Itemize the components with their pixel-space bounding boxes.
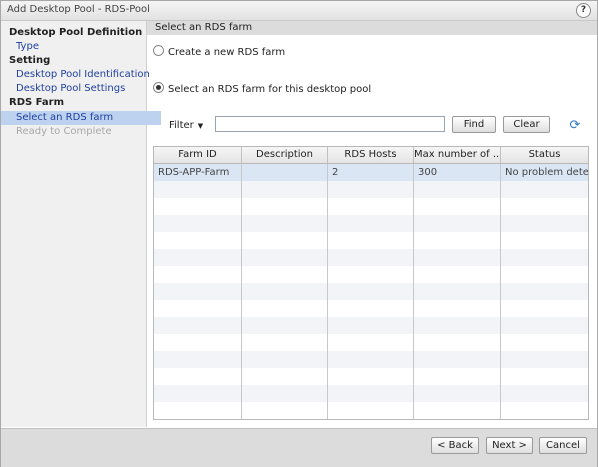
select-farm-label: Select an RDS farm for this desktop pool <box>168 84 372 95</box>
cell-max-number: 300 <box>414 164 501 181</box>
table-header: Farm ID Description RDS Hosts Max number… <box>154 147 588 164</box>
empty-table-row <box>154 215 588 232</box>
wizard-footer: < Back Next > Cancel <box>1 428 597 467</box>
find-button[interactable]: Find <box>452 116 496 133</box>
create-farm-option[interactable]: Create a new RDS farm <box>153 45 285 59</box>
empty-table-row <box>154 334 588 351</box>
empty-table-row <box>154 181 588 198</box>
column-max-number[interactable]: Max number of ... <box>414 147 501 163</box>
column-divider <box>241 164 242 419</box>
sidebar-item-identification[interactable]: Desktop Pool Identification <box>1 68 161 82</box>
panel-header: Select an RDS farm <box>147 21 597 35</box>
table-body: RDS-APP-Farm 2 300 No problem detect <box>154 164 588 419</box>
sidebar-item-ready-to-complete: Ready to Complete <box>16 126 112 137</box>
cell-description <box>242 164 328 181</box>
column-rds-hosts[interactable]: RDS Hosts <box>328 147 414 163</box>
column-divider <box>500 164 501 419</box>
sidebar-item-pool-settings[interactable]: Desktop Pool Settings <box>1 82 161 96</box>
cell-farm-id: RDS-APP-Farm <box>154 164 242 181</box>
chevron-down-icon: ▼ <box>197 122 204 130</box>
rds-farm-table: Farm ID Description RDS Hosts Max number… <box>153 146 589 420</box>
clear-button[interactable]: Clear <box>503 116 550 133</box>
cell-rds-hosts: 2 <box>328 164 414 181</box>
sidebar-section-rds-farm: RDS Farm <box>9 97 65 108</box>
empty-table-row <box>154 198 588 215</box>
filter-dropdown[interactable]: Filter ▼ <box>169 119 203 133</box>
filter-label: Filter <box>169 120 194 131</box>
empty-table-row <box>154 232 588 249</box>
add-desktop-pool-dialog: Add Desktop Pool - RDS-Pool ? Desktop Po… <box>0 0 598 467</box>
sidebar-section-definition: Desktop Pool Definition <box>9 27 143 38</box>
column-divider <box>413 164 414 419</box>
empty-table-row <box>154 300 588 317</box>
empty-table-row <box>154 266 588 283</box>
cancel-button[interactable]: Cancel <box>539 437 587 454</box>
column-description[interactable]: Description <box>242 147 328 163</box>
back-button[interactable]: < Back <box>431 437 479 454</box>
main-panel: Select an RDS farm Create a new RDS farm… <box>147 21 597 427</box>
empty-table-row <box>154 351 588 368</box>
empty-table-row <box>154 385 588 402</box>
select-farm-option[interactable]: Select an RDS farm for this desktop pool <box>153 82 371 96</box>
empty-table-row <box>154 402 588 419</box>
select-farm-radio[interactable] <box>153 82 164 93</box>
filter-input[interactable] <box>215 116 445 132</box>
empty-table-row <box>154 317 588 334</box>
empty-table-row <box>154 249 588 266</box>
empty-table-row <box>154 283 588 300</box>
column-status[interactable]: Status <box>501 147 588 163</box>
empty-table-row <box>154 368 588 385</box>
sidebar-section-setting: Setting <box>9 55 51 66</box>
wizard-sidebar: Desktop Pool Definition Type Setting Des… <box>1 21 161 427</box>
next-button[interactable]: Next > <box>486 437 533 454</box>
title-bar: Add Desktop Pool - RDS-Pool ? <box>1 1 597 21</box>
table-row[interactable]: RDS-APP-Farm 2 300 No problem detect <box>154 164 588 181</box>
create-farm-label: Create a new RDS farm <box>168 47 286 58</box>
sidebar-item-type[interactable]: Type <box>1 40 161 54</box>
column-farm-id[interactable]: Farm ID <box>154 147 242 163</box>
sidebar-item-select-rds-farm[interactable]: Select an RDS farm <box>1 111 161 125</box>
cell-status: No problem detect <box>505 167 588 178</box>
column-divider <box>327 164 328 419</box>
window-title: Add Desktop Pool - RDS-Pool <box>7 4 150 15</box>
refresh-icon[interactable]: ⟳ <box>568 119 582 133</box>
help-icon[interactable]: ? <box>576 3 591 18</box>
create-farm-radio[interactable] <box>153 45 164 56</box>
